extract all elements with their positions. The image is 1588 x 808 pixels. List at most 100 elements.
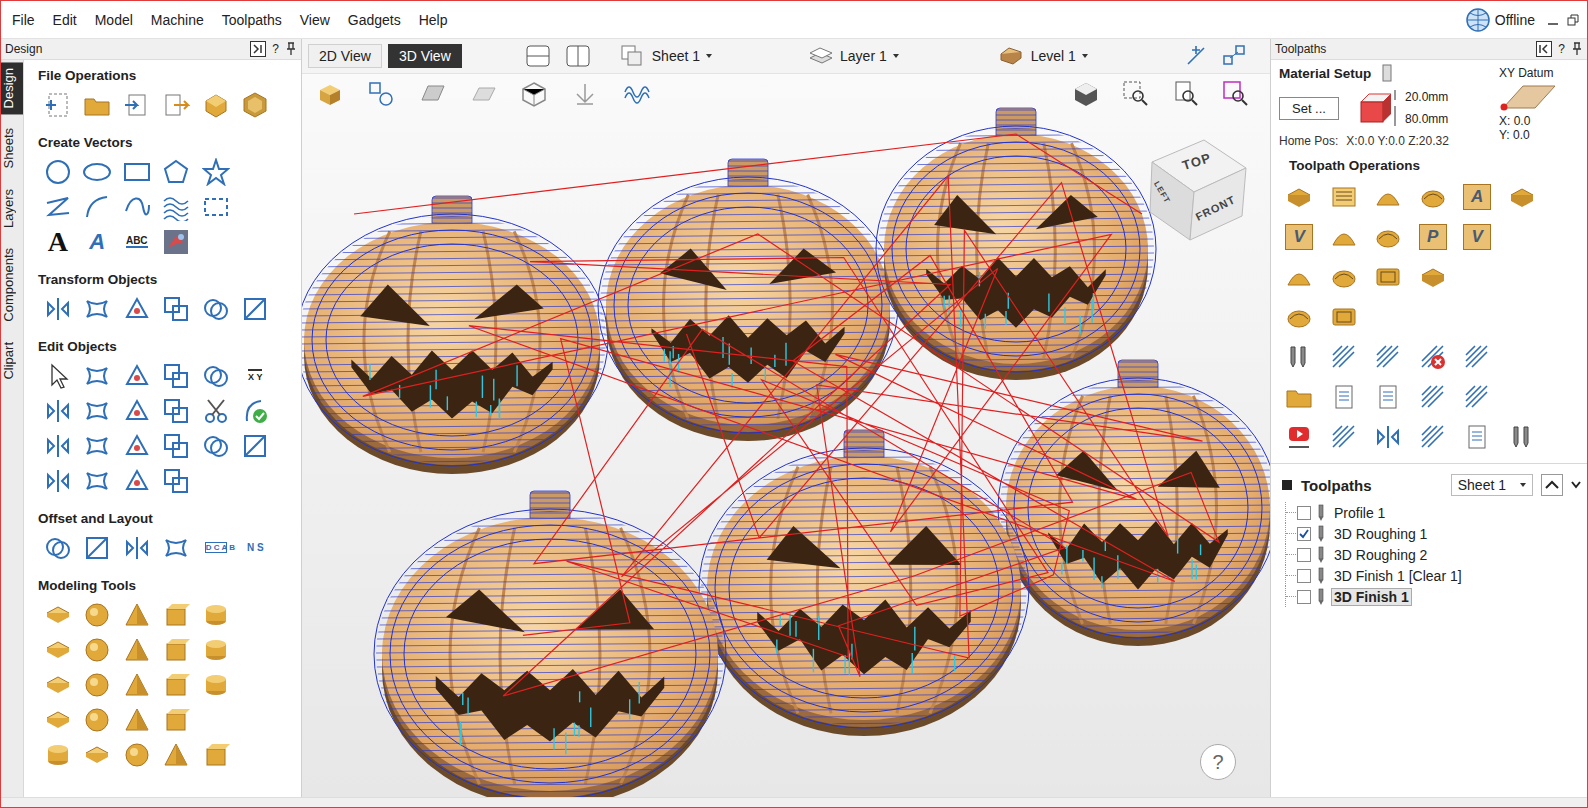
view-tab[interactable]: 3D View (388, 44, 462, 68)
operation-icon[interactable] (1411, 417, 1456, 457)
rect-tool-icon[interactable] (117, 154, 157, 189)
toolpath-row[interactable]: Profile 1 (1271, 502, 1587, 523)
arrow-tool-icon[interactable] (38, 358, 78, 393)
toolpath-checkbox[interactable] (1297, 569, 1311, 583)
menu-item[interactable]: View (291, 12, 339, 28)
blueout-tool-icon[interactable] (157, 530, 197, 565)
set-material-button[interactable]: Set ... (1279, 97, 1339, 120)
view-tool-icon[interactable] (622, 80, 650, 108)
menu-item[interactable]: Toolpaths (213, 12, 291, 28)
blueout-tool-icon[interactable] (117, 393, 157, 428)
view-cube[interactable]: TOPLEFTFRONT (1142, 132, 1252, 244)
blueout-tool-icon[interactable] (38, 428, 78, 463)
modeling-tool-icon[interactable] (78, 597, 118, 632)
operation-icon[interactable] (1411, 337, 1456, 377)
toolpath-checkbox[interactable] (1297, 527, 1311, 541)
line-tool-icon[interactable] (38, 189, 78, 224)
import-tool-icon[interactable] (117, 87, 157, 122)
export-tool-icon[interactable] (157, 87, 197, 122)
view-tool-icon[interactable] (571, 80, 599, 108)
green-tool-icon[interactable] (236, 393, 276, 428)
operation-icon[interactable] (1411, 257, 1456, 297)
pumpkin-model[interactable] (374, 491, 726, 797)
operation-icon[interactable] (1366, 177, 1411, 217)
text-tool-icon[interactable]: ABC (117, 224, 157, 259)
blueout-tool-icon[interactable] (78, 463, 118, 498)
operation-icon[interactable] (1322, 257, 1367, 297)
modeling-tool-icon[interactable] (196, 667, 236, 702)
operation-icon[interactable]: P (1411, 217, 1456, 257)
zoom-icon[interactable] (1222, 80, 1250, 108)
bird-tool-icon[interactable] (157, 224, 197, 259)
pin-icon[interactable] (1571, 42, 1583, 56)
blueout-tool-icon[interactable] (117, 530, 157, 565)
blueout-tool-icon[interactable] (196, 291, 236, 326)
operation-icon[interactable] (1455, 377, 1500, 417)
modeling-tool-icon[interactable] (117, 597, 157, 632)
operation-icon[interactable] (1277, 417, 1322, 457)
view-tool-icon[interactable] (520, 80, 548, 108)
vertical-tab[interactable]: Sheets (1, 122, 23, 174)
operation-icon[interactable] (1366, 217, 1411, 257)
view-tool-icon[interactable] (418, 80, 446, 108)
blueout-tool-icon[interactable] (196, 358, 236, 393)
operation-icon[interactable]: A (1455, 177, 1500, 217)
operation-icon[interactable]: V (1455, 217, 1500, 257)
minimize-icon[interactable] (1547, 14, 1559, 26)
modeling-tool-icon[interactable] (196, 737, 236, 772)
blueout-tool-icon[interactable] (157, 291, 197, 326)
operation-icon[interactable]: V (1277, 217, 1322, 257)
view-tool-icon[interactable] (469, 80, 497, 108)
operation-icon[interactable] (1277, 177, 1322, 217)
operation-icon[interactable] (1322, 297, 1367, 337)
operation-icon[interactable] (1322, 417, 1367, 457)
blueout-tool-icon[interactable] (117, 291, 157, 326)
blueout-tool-icon[interactable] (38, 291, 78, 326)
menu-item[interactable]: Machine (142, 12, 213, 28)
zoom-icon[interactable] (1122, 80, 1150, 108)
collapse-icon[interactable] (1536, 41, 1552, 57)
operation-icon[interactable] (1322, 337, 1367, 377)
blueout-tool-icon[interactable] (78, 428, 118, 463)
blueout-tool-icon[interactable] (157, 463, 197, 498)
3d-viewport[interactable]: TOPLEFTFRONT? (302, 74, 1270, 797)
modeling-tool-icon[interactable] (157, 737, 197, 772)
blueout-tool-icon[interactable] (117, 463, 157, 498)
blueout-tool-icon[interactable] (157, 428, 197, 463)
hex-tool-icon[interactable] (236, 87, 276, 122)
text-tool-icon[interactable]: X Y (236, 358, 276, 393)
snap-icon[interactable] (1184, 44, 1208, 68)
operation-icon[interactable] (1411, 377, 1456, 417)
operation-icon[interactable] (1277, 297, 1322, 337)
view-tool-icon[interactable] (316, 80, 344, 108)
operation-icon[interactable] (1277, 257, 1322, 297)
level-dropdown[interactable]: Level 1 (999, 44, 1088, 68)
view-tab[interactable]: 2D View (308, 44, 382, 68)
modeling-tool-icon[interactable] (78, 737, 118, 772)
modeling-tool-icon[interactable] (38, 702, 78, 737)
modeling-tool-icon[interactable] (117, 702, 157, 737)
collapse-icon[interactable] (250, 41, 266, 57)
split-vertical-icon[interactable] (566, 44, 590, 68)
view-tool-icon[interactable] (367, 80, 395, 108)
vertical-tab[interactable]: Layers (1, 183, 23, 234)
blueout-tool-icon[interactable] (38, 393, 78, 428)
operation-icon[interactable] (1500, 177, 1545, 217)
toolpath-row[interactable]: 3D Roughing 2 (1271, 544, 1587, 565)
menu-item[interactable]: Edit (44, 12, 86, 28)
toolpath-checkbox[interactable] (1297, 506, 1311, 520)
menu-item[interactable]: Model (86, 12, 142, 28)
blueout-tool-icon[interactable] (196, 428, 236, 463)
text-tool-icon[interactable]: A (78, 224, 118, 259)
pumpkin-model[interactable] (876, 108, 1156, 380)
vertical-tab[interactable]: Components (1, 242, 23, 328)
help-button[interactable]: ? (1558, 42, 1565, 56)
split-horizontal-icon[interactable] (526, 44, 550, 68)
move-down-icon[interactable] (1571, 474, 1581, 496)
star-tool-icon[interactable] (196, 154, 236, 189)
folder-tool-icon[interactable] (78, 87, 118, 122)
menu-item[interactable]: File (3, 12, 44, 28)
modeling-tool-icon[interactable] (117, 737, 157, 772)
operation-icon[interactable] (1411, 177, 1456, 217)
modeling-tool-icon[interactable] (157, 632, 197, 667)
